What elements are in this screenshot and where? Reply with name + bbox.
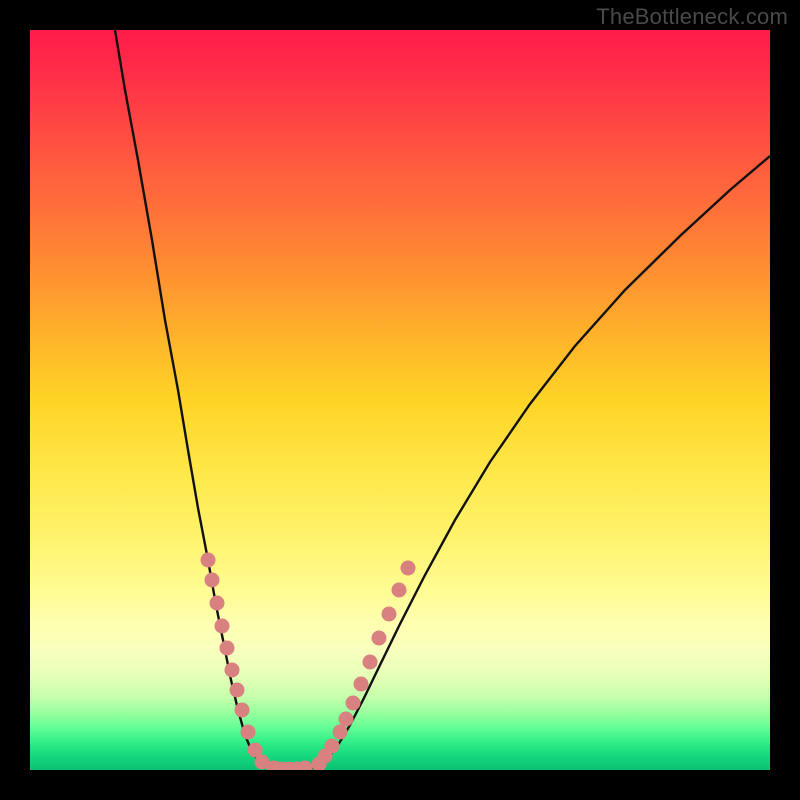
data-marker (346, 696, 361, 711)
data-marker (298, 761, 313, 771)
data-marker (325, 739, 340, 754)
outer-frame: TheBottleneck.com (0, 0, 800, 800)
data-marker (333, 725, 348, 740)
data-marker (215, 619, 230, 634)
data-marker (220, 641, 235, 656)
data-marker (241, 725, 256, 740)
data-marker (363, 655, 378, 670)
data-marker (392, 583, 407, 598)
data-marker (235, 703, 250, 718)
data-marker (372, 631, 387, 646)
data-marker (382, 607, 397, 622)
chart-svg (30, 30, 770, 770)
data-marker (201, 553, 216, 568)
data-marker (225, 663, 240, 678)
curve-right (295, 156, 770, 770)
data-marker (339, 712, 354, 727)
data-marker (230, 683, 245, 698)
curve-left (115, 30, 295, 770)
data-marker (210, 596, 225, 611)
data-markers (201, 553, 416, 771)
watermark-text: TheBottleneck.com (596, 4, 788, 30)
plot-area (30, 30, 770, 770)
data-marker (354, 677, 369, 692)
data-marker (205, 573, 220, 588)
data-marker (401, 561, 416, 576)
